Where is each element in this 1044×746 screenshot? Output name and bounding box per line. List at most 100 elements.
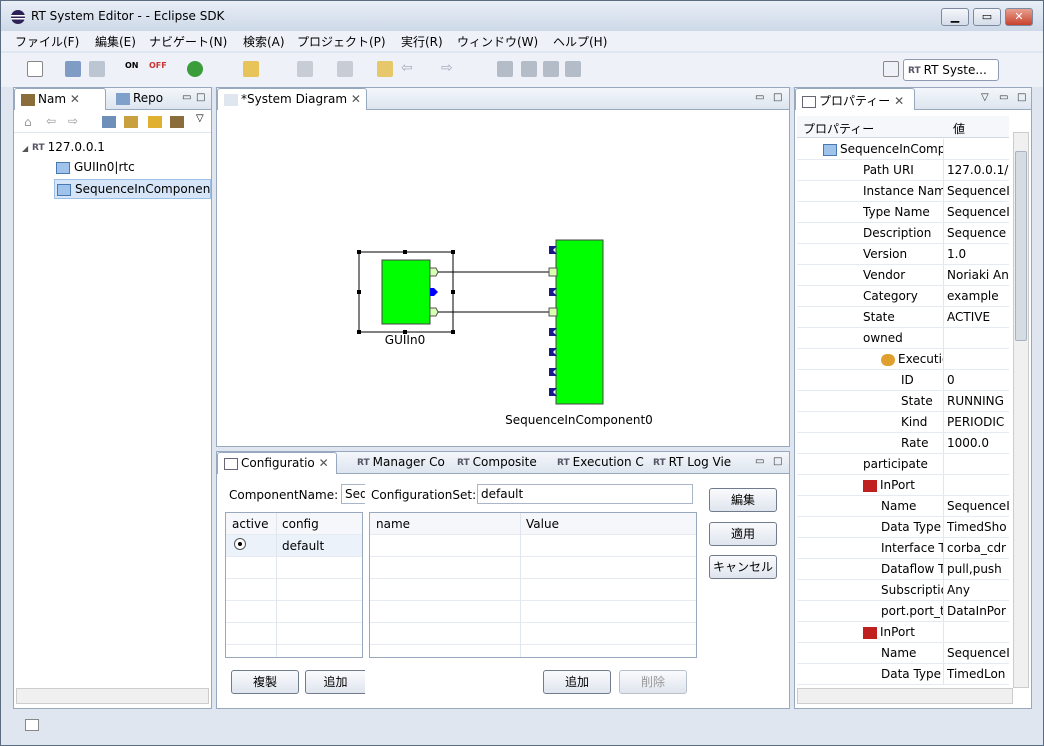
tab-properties[interactable]: プロパティー ✕ — [795, 88, 915, 110]
edit-button[interactable]: 編集 — [709, 488, 777, 512]
table-row[interactable]: default — [226, 535, 362, 557]
property-row[interactable]: State ACTIVE — [797, 307, 1009, 328]
diagram-canvas[interactable]: GUIIn0 SequenceInComponent0 — [217, 110, 789, 446]
maximize-icon[interactable]: □ — [1017, 92, 1026, 103]
next-annotation-icon[interactable] — [297, 61, 313, 77]
vertical-scrollbar[interactable] — [1013, 132, 1029, 688]
menu-project[interactable]: プロジェクト(P) — [297, 33, 386, 50]
add-name-server-icon[interactable] — [170, 116, 184, 128]
tree-item-sequencein[interactable]: SequenceInComponent — [54, 179, 211, 199]
forward-icon[interactable]: ⇨ — [68, 114, 78, 128]
maximize-icon[interactable]: □ — [773, 456, 782, 467]
run-icon[interactable] — [187, 61, 203, 77]
minimize-icon[interactable]: ▭ — [182, 92, 191, 103]
maximize-button[interactable]: ▭ — [973, 8, 1001, 26]
refresh-icon[interactable] — [148, 116, 162, 128]
cancel-button[interactable]: キャンセル — [709, 555, 777, 579]
all-off-icon[interactable]: OFF — [149, 61, 167, 77]
view-menu-icon[interactable]: ▽ — [981, 92, 989, 103]
tool-icon[interactable] — [243, 61, 259, 77]
property-row[interactable]: Kind PERIODIC — [797, 412, 1009, 433]
menu-search[interactable]: 検索(A) — [243, 33, 285, 50]
menu-window[interactable]: ウィンドウ(W) — [457, 33, 538, 50]
rtc-icon-2[interactable] — [521, 61, 537, 77]
property-row[interactable]: ExecutionCo — [797, 349, 1009, 370]
property-row[interactable]: ID 0 — [797, 370, 1009, 391]
fast-view-icon[interactable] — [25, 719, 39, 731]
perspective-button[interactable]: RT RT Syste... — [903, 59, 999, 81]
tab-composite[interactable]: RT Composite — [451, 452, 547, 474]
minimize-icon[interactable]: ▭ — [755, 92, 764, 103]
menu-navigate[interactable]: ナビゲート(N) — [149, 33, 227, 50]
menu-file[interactable]: ファイル(F) — [15, 33, 79, 50]
tab-system-diagram[interactable]: *System Diagram ✕ — [217, 88, 367, 110]
minimize-button[interactable]: ▁ — [941, 8, 969, 26]
property-row[interactable]: Subscriptio Any — [797, 580, 1009, 601]
tab-execution-context[interactable]: RT Execution C — [551, 452, 647, 474]
close-icon[interactable]: ✕ — [894, 94, 904, 108]
tree-root[interactable]: ◢ RT 127.0.0.1 — [22, 140, 105, 154]
property-row[interactable]: Vendor Noriaki An — [797, 265, 1009, 286]
property-row[interactable]: Type Name SequenceI — [797, 202, 1009, 223]
property-row[interactable]: InPort — [797, 475, 1009, 496]
horizontal-scrollbar[interactable] — [16, 688, 209, 704]
property-row[interactable]: Rate 1000.0 — [797, 433, 1009, 454]
tree-item-guiin[interactable]: GUIIn0|rtc — [56, 160, 135, 174]
home-icon[interactable]: ⌂ — [24, 115, 32, 129]
property-row[interactable]: State RUNNING — [797, 391, 1009, 412]
property-row[interactable]: port.port_ty DataInPor — [797, 601, 1009, 622]
expand-icon[interactable]: ◢ — [22, 144, 28, 153]
last-edit-icon[interactable] — [377, 61, 393, 77]
maximize-icon[interactable]: □ — [196, 92, 205, 103]
tab-manager-control[interactable]: RT Manager Co — [351, 452, 449, 474]
back-icon[interactable]: ⇦ — [46, 114, 56, 128]
minimize-icon[interactable]: ▭ — [755, 456, 764, 467]
add-config-set-button[interactable]: 追加 — [305, 670, 365, 694]
add-param-button[interactable]: 追加 — [543, 670, 611, 694]
property-row[interactable]: owned — [797, 328, 1009, 349]
tab-configuration[interactable]: Configuratio ✕ — [217, 452, 337, 474]
minimize-icon[interactable]: ▭ — [999, 92, 1008, 103]
copy-button[interactable]: 複製 — [231, 670, 299, 694]
property-row[interactable]: participate — [797, 454, 1009, 475]
rtc-icon-3[interactable] — [543, 61, 559, 77]
property-row[interactable]: InPort — [797, 622, 1009, 643]
apply-button[interactable]: 適用 — [709, 522, 777, 546]
property-row[interactable]: Description Sequence — [797, 223, 1009, 244]
open-perspective-icon[interactable] — [883, 61, 899, 77]
new-icon[interactable] — [27, 61, 43, 77]
delete-param-button[interactable]: 削除 — [619, 670, 687, 694]
tab-repository[interactable]: Repo — [110, 88, 180, 110]
property-row[interactable]: Path URI 127.0.0.1/ — [797, 160, 1009, 181]
collapse-icon[interactable] — [102, 116, 116, 128]
property-row[interactable]: Data Type TimedSho — [797, 517, 1009, 538]
menu-run[interactable]: 実行(R) — [401, 33, 443, 50]
menu-help[interactable]: ヘルプ(H) — [553, 33, 607, 50]
property-row[interactable]: Instance Name SequenceI — [797, 181, 1009, 202]
close-icon[interactable]: ✕ — [319, 456, 329, 470]
maximize-icon[interactable]: □ — [773, 92, 782, 103]
save-icon[interactable] — [65, 61, 81, 77]
link-icon[interactable] — [124, 116, 138, 128]
menu-edit[interactable]: 編集(E) — [95, 33, 136, 50]
property-row[interactable]: SequenceInCompo — [797, 139, 1009, 160]
view-menu-icon[interactable]: ▽ — [196, 113, 204, 124]
prev-annotation-icon[interactable] — [337, 61, 353, 77]
property-row[interactable]: Name SequenceI — [797, 643, 1009, 664]
property-row[interactable]: Name SequenceI — [797, 496, 1009, 517]
active-radio[interactable] — [234, 538, 246, 550]
rtc-icon-4[interactable] — [565, 61, 581, 77]
property-row[interactable]: Category example — [797, 286, 1009, 307]
tab-rt-log-view[interactable]: RT RT Log Vie — [647, 452, 743, 474]
forward-icon[interactable]: ⇨ — [441, 61, 457, 77]
rtc-icon-1[interactable] — [497, 61, 513, 77]
close-icon[interactable]: ✕ — [70, 92, 80, 106]
back-icon[interactable]: ⇦ — [401, 61, 417, 77]
print-icon[interactable] — [89, 61, 105, 77]
property-row[interactable]: Dataflow Ty pull,push — [797, 559, 1009, 580]
all-on-icon[interactable]: ON — [125, 61, 141, 77]
property-row[interactable]: Interface Ty corba_cdr — [797, 538, 1009, 559]
close-button[interactable]: ✕ — [1005, 8, 1033, 26]
horizontal-scrollbar[interactable] — [797, 688, 1013, 704]
tab-name-service[interactable]: Nam ✕ — [14, 88, 106, 110]
